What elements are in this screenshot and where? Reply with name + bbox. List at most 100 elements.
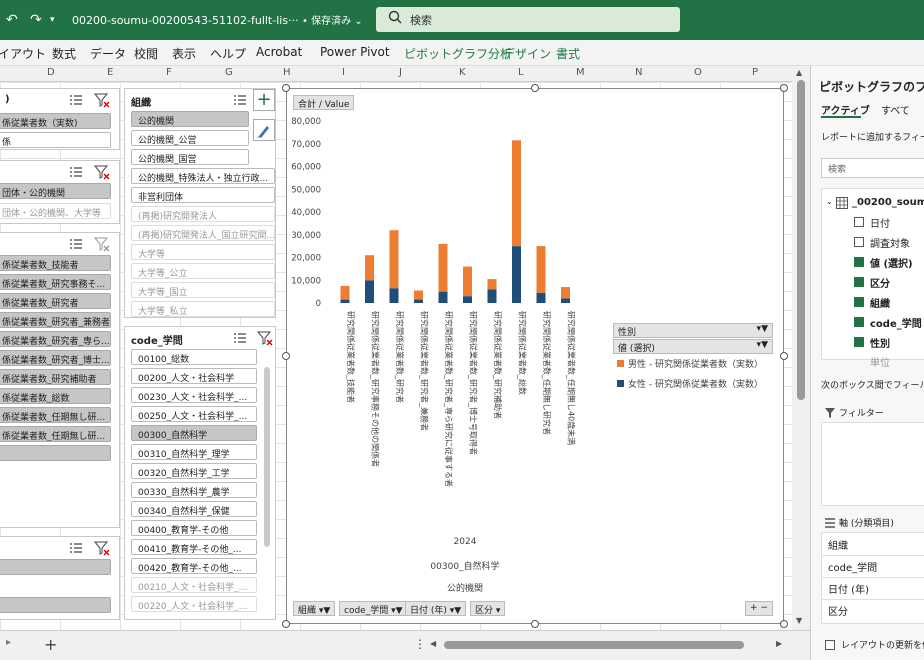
field-checkbox[interactable] (854, 277, 864, 287)
tab-view[interactable]: 表示 (172, 45, 196, 62)
redo-button[interactable]: ↷ (30, 12, 42, 28)
slicer-date[interactable] (0, 536, 120, 620)
col-header[interactable]: D (47, 67, 55, 78)
tab-pivotchart-analyze[interactable]: ピボットグラフ分析 (404, 45, 512, 62)
tab-power-pivot[interactable]: Power Pivot (320, 45, 390, 59)
bar-female[interactable] (438, 291, 448, 303)
col-header[interactable]: F (166, 67, 172, 78)
field-label[interactable]: 組織 (870, 295, 890, 310)
col-header[interactable]: H (283, 67, 291, 78)
bar-female[interactable] (512, 246, 521, 303)
slicer-item[interactable]: 00210_人文・社会科学_... (131, 577, 257, 593)
axis-item[interactable]: 区分 (828, 603, 848, 618)
axis-item[interactable]: 日付 (年) (828, 581, 869, 596)
field-label[interactable]: 単位 (870, 354, 890, 369)
field-checkbox[interactable] (854, 337, 864, 347)
file-title[interactable]: 00200-soumu-00200543-51102-fullt-lis··· … (72, 12, 363, 27)
scroll-up-arrow-icon[interactable]: ▲ (796, 68, 802, 77)
tab-format[interactable]: 書式 (556, 45, 580, 62)
slicer-code-field[interactable]: code_学問 00100_総数 00200_人文・社会科学 00230_人文・… (124, 326, 276, 620)
slicer-item[interactable] (0, 445, 111, 461)
slicer-item[interactable]: 係従業者数_研究者 (0, 293, 111, 309)
slicer-category[interactable]: 係従業者数_技能者 係従業者数_研究事務そ... 係従業者数_研究者 係従業者数… (0, 232, 120, 528)
field-label[interactable]: 値 (選択) (870, 255, 913, 270)
slicer-item[interactable]: 00320_自然科学_工学 (131, 463, 257, 479)
slicer-item[interactable]: 00100_総数 (131, 349, 257, 365)
clear-filter-icon[interactable] (94, 540, 110, 556)
field-label[interactable]: 日付 (870, 215, 890, 230)
multi-select-icon[interactable] (233, 94, 247, 106)
slicer-item[interactable]: 係従業者数_任期無し研... (0, 426, 111, 442)
clear-filter-icon[interactable] (94, 236, 110, 252)
slicer-item[interactable]: 00340_自然科学_保健 (131, 501, 257, 517)
tab-data[interactable]: データ (90, 45, 126, 62)
field-label[interactable]: 性別 (870, 335, 890, 350)
field-checkbox[interactable] (854, 257, 864, 267)
field-checkbox[interactable] (854, 297, 864, 307)
tab-all[interactable]: すべて (881, 102, 910, 117)
tab-active[interactable]: アクティブ (821, 102, 870, 117)
customize-qat-icon[interactable]: ▾ (50, 15, 55, 25)
slicer-item[interactable]: 団体・公的機関、大学等 (0, 203, 111, 219)
field-label[interactable]: code_学問 (870, 315, 922, 330)
bar-female[interactable] (463, 296, 472, 303)
axis-field-code[interactable]: code_学問 ▾▼ (339, 601, 408, 616)
bar-male[interactable] (512, 140, 521, 247)
bar-male[interactable] (536, 246, 546, 293)
slicer-item[interactable]: 係従業者数_技能者 (0, 255, 111, 271)
axis-item[interactable]: 組織 (828, 537, 848, 552)
axis-drop-area[interactable]: 組織 code_学問 日付 (年) 区分 (821, 532, 924, 624)
slicer-item[interactable]: 00250_人文・社会科学_... (131, 406, 257, 422)
add-icon[interactable]: + (253, 89, 275, 111)
bar-male[interactable] (414, 290, 423, 300)
slicer-item[interactable]: (再掲)研究開発法人 (131, 206, 275, 222)
slicer-item[interactable]: 公的機関_国営 (131, 149, 249, 165)
field-search-input[interactable]: 検索 (821, 158, 924, 178)
slicer-item[interactable]: 係従業者数_総数 (0, 388, 111, 404)
field-checkbox[interactable] (854, 217, 864, 227)
tab-design[interactable]: デザイン (503, 45, 551, 62)
slicer-item[interactable]: (再掲)研究開発法人_国立研究開... (131, 225, 275, 241)
field-label[interactable]: 調査対象 (870, 235, 910, 250)
resize-handle[interactable] (282, 620, 290, 628)
multi-select-icon[interactable] (69, 94, 83, 106)
col-header[interactable]: N (635, 67, 642, 78)
slicer-item[interactable]: 係 (0, 132, 111, 148)
field-checkbox[interactable] (854, 317, 864, 327)
col-header[interactable]: E (107, 67, 113, 78)
slicer-item[interactable]: 係従業者数_研究者_専ら... (0, 331, 111, 347)
bar-male[interactable] (463, 266, 472, 297)
bar-male[interactable] (389, 230, 399, 289)
slicer-scrollbar[interactable] (264, 367, 270, 547)
bar-female[interactable] (536, 292, 546, 303)
slicer-item[interactable]: 大学等_私立 (131, 301, 275, 317)
col-header[interactable]: P (752, 67, 758, 78)
slicer-item[interactable]: 公的機関 (131, 111, 249, 127)
col-header[interactable]: G (225, 67, 233, 78)
tab-review[interactable]: 校閲 (134, 45, 158, 62)
slicer-item[interactable]: 00310_自然科学_理学 (131, 444, 257, 460)
slicer-item[interactable]: 公的機関_特殊法人・独立行政... (131, 168, 275, 184)
more-options-icon[interactable]: ⋮ (414, 637, 426, 651)
slicer-item[interactable]: 団体・公的機関 (0, 183, 111, 199)
axis-field-date[interactable]: 日付 (年) ▾▼ (405, 601, 467, 616)
slicer-organization[interactable]: 組織 + 公的機関 公的機関_公営 公的機関_国営 公的機関_特殊法人・独立行政… (124, 88, 276, 318)
slicer-item[interactable]: 00400_教育学-その他 (131, 520, 257, 536)
tab-formulas[interactable]: 数式 (52, 45, 76, 62)
pivot-chart[interactable]: 合計 / Value 0 10,000 20,000 30,000 40,000 50,0… (286, 88, 784, 624)
slicer-item[interactable]: 係従業者数_研究者_博士... (0, 350, 111, 366)
bar-male[interactable] (438, 243, 448, 292)
undo-button[interactable]: ↶ (6, 12, 18, 28)
col-header[interactable]: K (459, 67, 466, 78)
slicer-item[interactable]: 大学等 (131, 244, 275, 260)
defer-update-label[interactable]: レイアウトの更新を保 (841, 638, 924, 651)
slicer-item[interactable]: 00200_人文・社会科学 (131, 368, 257, 384)
tab-help[interactable]: ヘルプ (210, 45, 246, 62)
horizontal-scrollbar[interactable]: ◀ ▶ (430, 639, 788, 651)
col-header[interactable]: O (694, 67, 702, 78)
bar-female[interactable] (487, 289, 497, 303)
resize-handle[interactable] (780, 620, 788, 628)
resize-handle[interactable] (780, 352, 788, 360)
collapse-arrow-icon[interactable]: ⌄ (826, 197, 833, 206)
defer-update-checkbox[interactable] (825, 640, 835, 650)
